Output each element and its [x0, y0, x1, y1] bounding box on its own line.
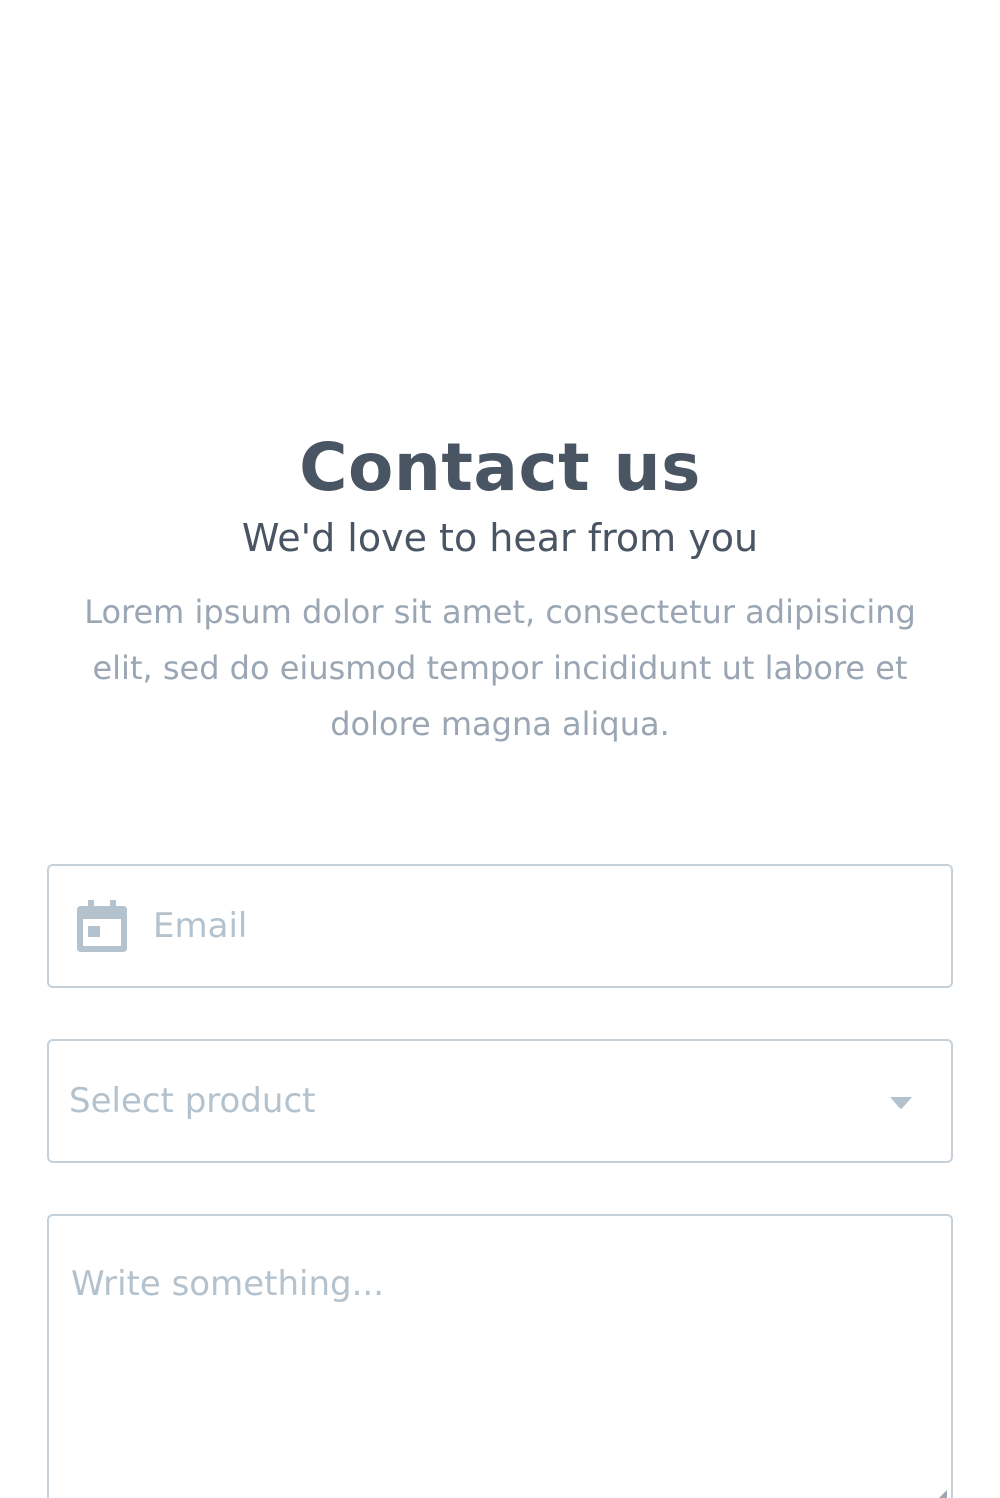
- page-subtitle: We'd love to hear from you: [241, 516, 759, 560]
- page-description: Lorem ipsum dolor sit amet, consectetur …: [84, 593, 916, 743]
- email-input[interactable]: [153, 866, 913, 986]
- product-select[interactable]: Select product: [47, 1039, 953, 1163]
- page-title: Contact us: [299, 429, 701, 506]
- message-field[interactable]: [47, 1214, 953, 1498]
- calendar-icon: [77, 900, 127, 952]
- email-field[interactable]: [47, 864, 953, 988]
- message-textarea[interactable]: [71, 1260, 921, 1498]
- contact-page: Contact us We'd love to hear from you Lo…: [0, 0, 1000, 1498]
- product-select-placeholder: Select product: [69, 1081, 316, 1121]
- resize-handle-icon[interactable]: [933, 1490, 947, 1498]
- chevron-down-icon: [890, 1097, 912, 1109]
- contact-header: Contact us We'd love to hear from you Lo…: [0, 428, 1000, 752]
